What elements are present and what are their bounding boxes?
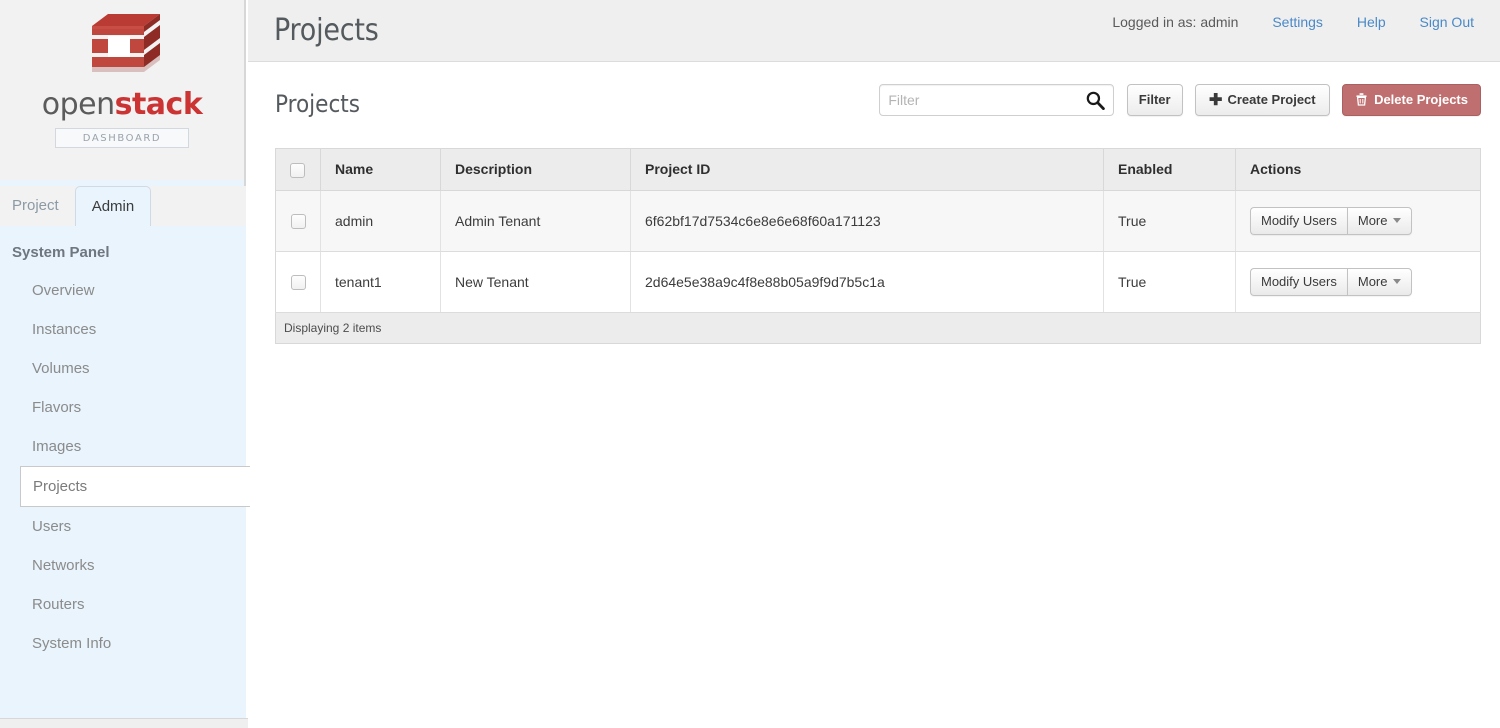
help-link[interactable]: Help	[1357, 14, 1386, 30]
topbar: Projects Logged in as: admin Settings He…	[248, 0, 1500, 62]
table-row: admin Admin Tenant 6f62bf17d7534c6e8e6e6…	[275, 190, 1481, 252]
create-project-label: Create Project	[1227, 92, 1316, 107]
column-project-id[interactable]: Project ID	[630, 148, 1104, 191]
cell-enabled: True	[1103, 190, 1236, 252]
search-input[interactable]	[880, 85, 1076, 115]
cell-actions: Modify Users More	[1235, 251, 1481, 313]
sidebar-item-instances[interactable]: Instances	[0, 310, 246, 349]
tab-project[interactable]: Project	[0, 186, 75, 226]
more-actions-button[interactable]: More	[1346, 267, 1413, 296]
system-panel-title: System Panel	[12, 244, 110, 261]
sign-out-link[interactable]: Sign Out	[1420, 14, 1474, 30]
cell-actions: Modify Users More	[1235, 190, 1481, 252]
chevron-down-icon	[1393, 278, 1402, 284]
logged-in-label: Logged in as: admin	[1112, 14, 1239, 30]
modify-users-button[interactable]: Modify Users	[1250, 267, 1347, 296]
search-icon[interactable]	[1085, 90, 1106, 111]
projects-table: Name Description Project ID Enabled Acti…	[275, 148, 1481, 313]
sidebar: openstack DASHBOARD Project Admin System …	[0, 0, 250, 718]
chevron-down-icon	[1393, 217, 1402, 223]
more-label: More	[1357, 212, 1388, 228]
openstack-cube-logo	[72, 8, 172, 86]
sidebar-nav: System Panel Overview Instances Volumes …	[0, 226, 250, 718]
delete-projects-button[interactable]: Delete Projects	[1342, 84, 1481, 116]
cell-name: tenant1	[320, 251, 441, 313]
plus-icon: ✚	[1209, 92, 1223, 109]
sidebar-item-users[interactable]: Users	[0, 507, 246, 546]
sidebar-item-volumes[interactable]: Volumes	[0, 349, 246, 388]
sidebar-item-routers[interactable]: Routers	[0, 585, 246, 624]
select-all-checkbox[interactable]	[290, 162, 305, 178]
row-select-cell	[275, 251, 321, 313]
row-action-group: Modify Users More	[1250, 267, 1413, 296]
sidebar-item-flavors[interactable]: Flavors	[0, 388, 246, 427]
row-checkbox[interactable]	[290, 214, 306, 230]
table-header-row: Name Description Project ID Enabled Acti…	[275, 148, 1481, 191]
modify-users-button[interactable]: Modify Users	[1250, 206, 1347, 235]
sidebar-item-overview[interactable]: Overview	[0, 271, 246, 310]
column-select-all	[275, 148, 321, 191]
table-body: admin Admin Tenant 6f62bf17d7534c6e8e6e6…	[275, 190, 1481, 313]
section-title: Projects	[275, 90, 361, 118]
filter-button[interactable]: Filter	[1126, 84, 1183, 116]
sidebar-item-projects[interactable]: Projects	[20, 466, 250, 507]
main-content: Projects Filter ✚ Create Project	[248, 62, 1500, 728]
filter-field[interactable]	[879, 84, 1115, 116]
table-head: Name Description Project ID Enabled Acti…	[275, 148, 1481, 191]
more-label: More	[1357, 273, 1388, 289]
row-select-cell	[275, 190, 321, 252]
column-description[interactable]: Description	[440, 148, 631, 191]
sidebar-item-system-info[interactable]: System Info	[0, 624, 246, 663]
table-toolbar-row: Projects Filter ✚ Create Project	[275, 84, 1481, 140]
tab-admin[interactable]: Admin	[74, 186, 152, 227]
cell-name: admin	[320, 190, 441, 252]
dashboard-page: openstack DASHBOARD Project Admin System …	[0, 0, 1500, 728]
topbar-user-area: Logged in as: admin Settings Help Sign O…	[1112, 14, 1474, 30]
brand-header: openstack DASHBOARD	[0, 0, 244, 180]
sidebar-item-networks[interactable]: Networks	[0, 546, 246, 585]
column-enabled[interactable]: Enabled	[1103, 148, 1236, 191]
wordmark-open: open	[41, 87, 115, 122]
sidebar-bottom-divider	[0, 718, 248, 728]
cell-description: New Tenant	[440, 251, 631, 313]
more-actions-button[interactable]: More	[1346, 206, 1413, 235]
cell-project-id: 2d64e5e38a9c4f8e88b05a9f9d7b5c1a	[630, 251, 1104, 313]
delete-projects-label: Delete Projects	[1374, 92, 1468, 107]
settings-link[interactable]: Settings	[1272, 14, 1323, 30]
table-row: tenant1 New Tenant 2d64e5e38a9c4f8e88b05…	[275, 251, 1481, 313]
column-name[interactable]: Name	[320, 148, 441, 191]
row-action-group: Modify Users More	[1250, 206, 1413, 235]
cell-enabled: True	[1103, 251, 1236, 313]
column-actions: Actions	[1235, 148, 1481, 191]
trash-icon	[1355, 87, 1368, 117]
cell-project-id: 6f62bf17d7534c6e8e6e68f60a171123	[630, 190, 1104, 252]
table-toolbar: Filter ✚ Create Project Delete Projects	[879, 84, 1481, 118]
page-title: Projects	[274, 13, 379, 48]
cell-description: Admin Tenant	[440, 190, 631, 252]
table-footer: Displaying 2 items	[275, 312, 1481, 344]
wordmark-stack: stack	[114, 87, 203, 122]
row-checkbox[interactable]	[290, 275, 306, 291]
top-level-tabs: Project Admin	[0, 186, 246, 227]
sidebar-item-images[interactable]: Images	[0, 427, 246, 466]
create-project-button[interactable]: ✚ Create Project	[1195, 84, 1330, 116]
brand-tagline: DASHBOARD	[55, 128, 189, 148]
brand-wordmark: openstack	[0, 90, 244, 120]
